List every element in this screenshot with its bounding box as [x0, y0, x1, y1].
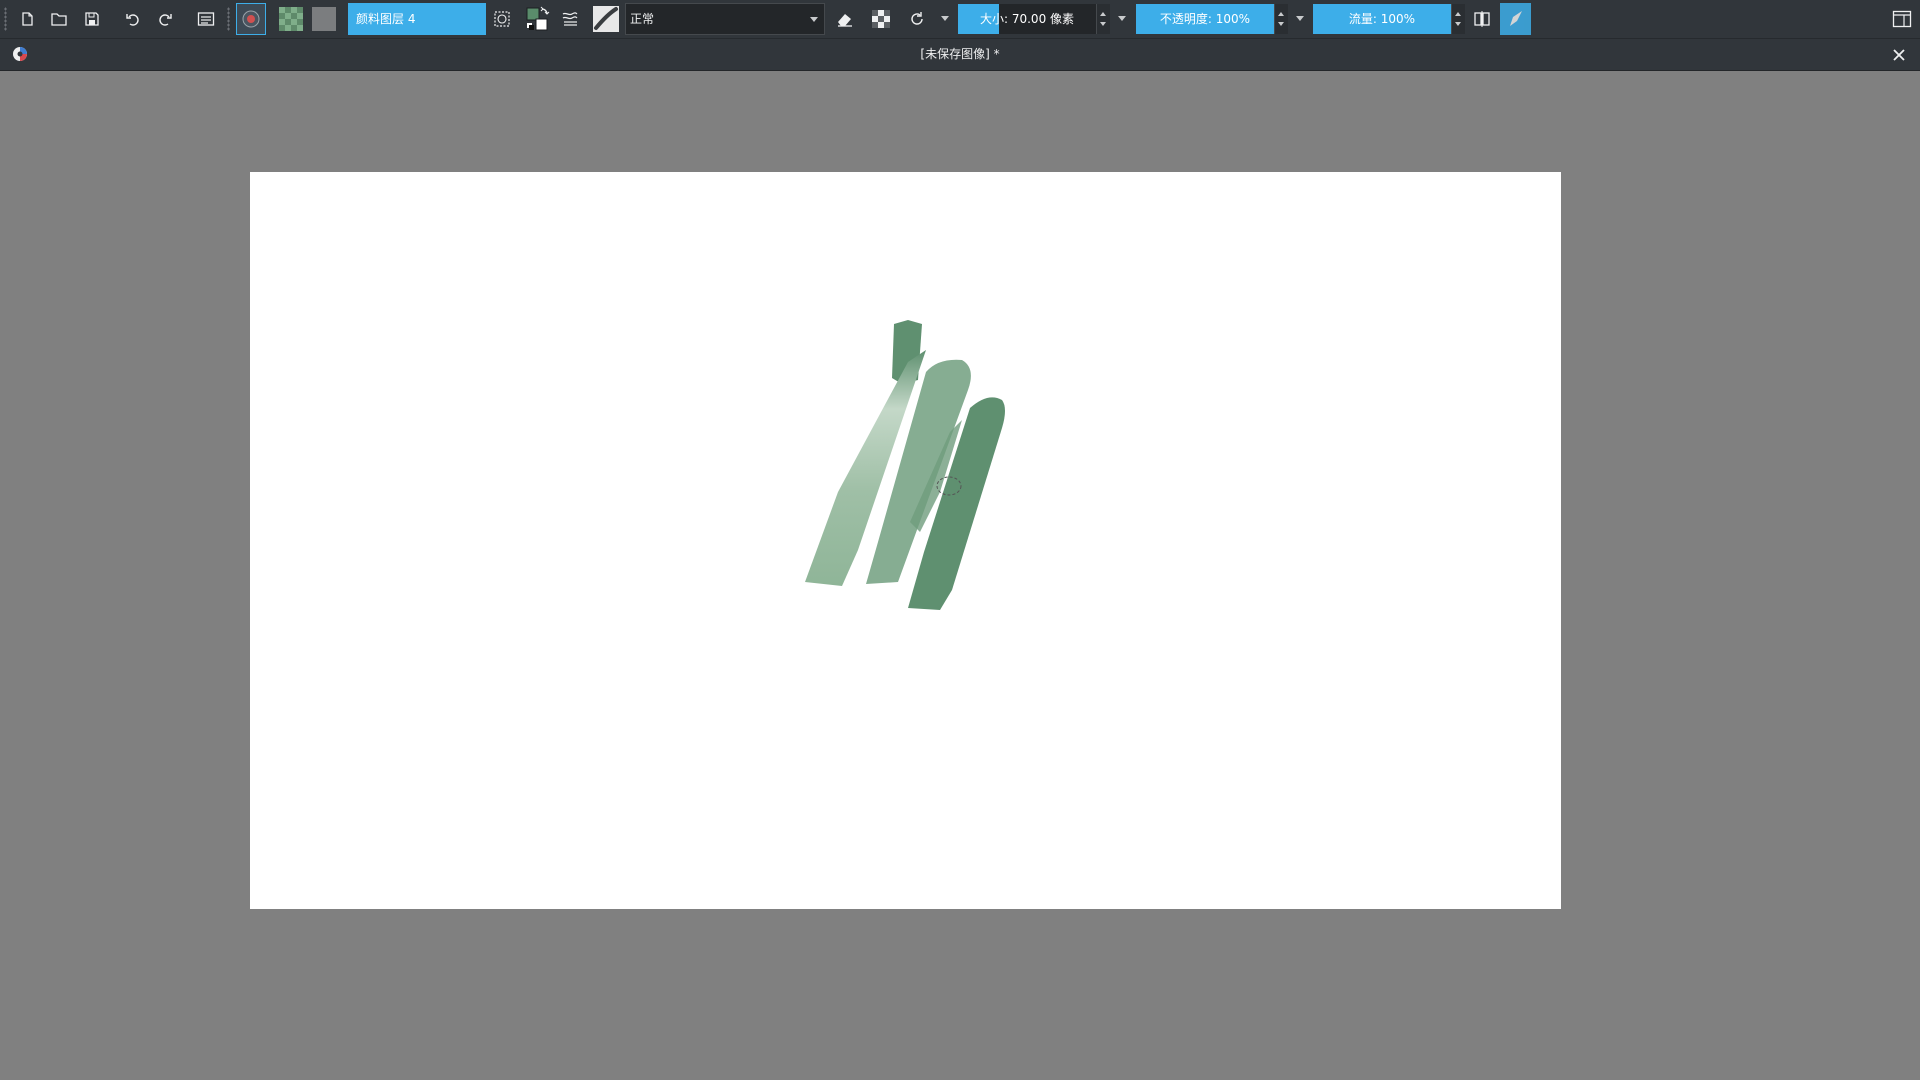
image-canvas[interactable]	[250, 172, 1561, 909]
redo-icon	[157, 11, 173, 27]
document-title[interactable]: [未保存图像] *	[0, 39, 1920, 70]
workspace-button[interactable]	[1890, 3, 1914, 35]
undo-icon	[125, 11, 141, 27]
opacity-spinner[interactable]	[1274, 4, 1288, 34]
brush-stroke-icon	[593, 6, 619, 32]
paint-strokes	[805, 320, 1005, 610]
alpha-lock-icon	[872, 10, 890, 28]
brush-size-slider[interactable]: 大小: 70.00 像素	[958, 4, 1110, 34]
toolbar-grip[interactable]	[4, 7, 7, 31]
chevron-down-icon[interactable]	[1118, 16, 1126, 21]
workspace-icon	[1892, 10, 1912, 28]
mirror-icon	[1473, 10, 1491, 28]
alpha-lock-button[interactable]	[869, 3, 893, 35]
reload-preset-button[interactable]	[905, 3, 929, 35]
brush-size-spinner[interactable]	[1096, 4, 1110, 34]
new-document-icon	[19, 11, 35, 27]
blend-mode-value: 正常	[630, 12, 655, 26]
gradient-icon	[312, 7, 336, 31]
opacity-value: 100%	[1215, 12, 1251, 26]
main-toolbar: 颜料图层 4 正常 大小: 70.00 像素 不透明度: 100% 流量: 10…	[0, 0, 1920, 39]
eraser-icon	[836, 10, 854, 28]
color-swatches[interactable]	[524, 3, 552, 35]
wrap-around-icon	[1506, 9, 1526, 29]
flow-value: 100%	[1380, 12, 1416, 26]
flow-label: 流量:	[1348, 12, 1377, 26]
brush-settings-button[interactable]	[558, 3, 582, 35]
redo-button[interactable]	[154, 3, 176, 35]
gradient-button[interactable]	[311, 3, 337, 35]
brush-stroke-button[interactable]	[592, 3, 620, 35]
new-document-button[interactable]	[16, 3, 38, 35]
close-icon[interactable]	[1890, 46, 1908, 64]
flow-spinner[interactable]	[1451, 4, 1465, 34]
chevron-down-icon	[810, 17, 818, 22]
canvas-viewport[interactable]	[0, 71, 1920, 1080]
mirror-button[interactable]	[1470, 3, 1494, 35]
swap-colors-icon	[525, 6, 551, 32]
reload-preset-icon	[908, 10, 926, 28]
layer-name-field[interactable]: 颜料图层 4	[348, 3, 486, 35]
open-document-button[interactable]	[48, 3, 70, 35]
save-button[interactable]	[81, 3, 103, 35]
flow-slider[interactable]: 流量: 100%	[1313, 4, 1465, 34]
wrap-around-button[interactable]	[1500, 3, 1531, 35]
document-tab-bar: [未保存图像] *	[0, 39, 1920, 71]
docker-toggle-button[interactable]	[194, 3, 218, 35]
docker-toggle-icon	[197, 11, 215, 27]
opacity-slider[interactable]: 不透明度: 100%	[1136, 4, 1288, 34]
brush-preset-button[interactable]	[236, 3, 266, 35]
open-document-icon	[50, 11, 68, 27]
edit-brush-icon	[493, 10, 511, 28]
eraser-button[interactable]	[833, 3, 857, 35]
brush-preset-icon	[241, 9, 261, 29]
save-icon	[84, 11, 100, 27]
undo-button[interactable]	[122, 3, 144, 35]
chevron-down-icon[interactable]	[1296, 16, 1304, 21]
blend-mode-select[interactable]: 正常	[625, 3, 825, 35]
brush-size-label: 大小:	[979, 12, 1009, 26]
pattern-button[interactable]	[278, 3, 304, 35]
pattern-icon	[279, 7, 303, 31]
edit-brush-button[interactable]	[490, 3, 514, 35]
brush-size-value: 70.00 像素	[1011, 12, 1075, 26]
toolbar-grip[interactable]	[227, 7, 230, 31]
opacity-label: 不透明度:	[1159, 12, 1212, 26]
brush-settings-icon	[561, 10, 579, 28]
chevron-down-icon[interactable]	[941, 16, 949, 21]
